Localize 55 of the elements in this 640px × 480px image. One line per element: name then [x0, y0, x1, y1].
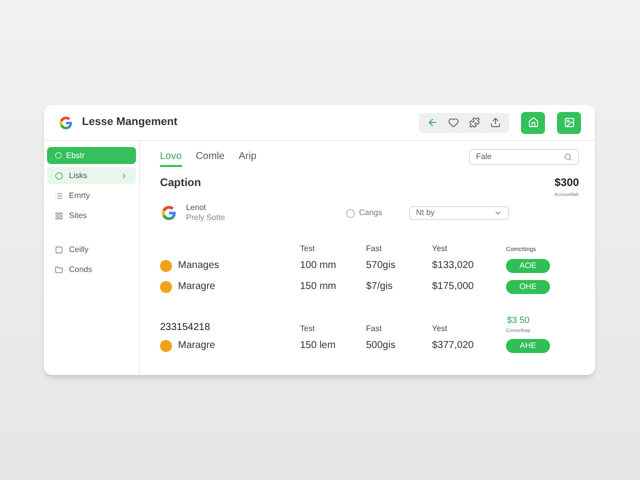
- column-header: Test: [300, 323, 316, 335]
- weight-cell-text: $7/gis: [366, 280, 394, 294]
- weight-cell-text: 500gis: [366, 339, 396, 353]
- sidebar-item[interactable]: Sites: [47, 207, 136, 224]
- column-header: Fast: [366, 243, 383, 255]
- price-cell-text: $175,000: [432, 280, 475, 294]
- column-header: Yest: [432, 323, 448, 335]
- heart-icon[interactable]: [448, 117, 459, 128]
- sidebar-item[interactable]: Emrty: [47, 187, 136, 204]
- chevron-icon: [120, 172, 128, 180]
- weight-cell-text: 570gis: [366, 259, 396, 273]
- search-icon: [564, 153, 572, 161]
- amount: $300: [554, 176, 579, 191]
- price-cell-text: $377,020: [432, 339, 475, 353]
- radio-label: Cangs: [359, 207, 384, 219]
- arrow-icon[interactable]: [427, 117, 438, 128]
- item-name: Maragre: [178, 280, 216, 294]
- grid-icon: [55, 212, 63, 220]
- radio-button[interactable]: [346, 208, 355, 218]
- column-header: Test: [300, 243, 316, 255]
- size-cell-text: 150 lem: [300, 339, 337, 353]
- tab[interactable]: Comle: [196, 147, 225, 167]
- sidebar-item[interactable]: Conds: [47, 261, 136, 278]
- search-field[interactable]: Fale: [469, 149, 579, 165]
- sidebar-item[interactable]: Ceilly: [47, 241, 136, 258]
- item-name: Manages: [178, 259, 220, 273]
- list-icon: [55, 192, 63, 200]
- image-button[interactable]: [557, 112, 581, 134]
- puzzle-icon[interactable]: [469, 117, 480, 128]
- home-button[interactable]: [521, 112, 545, 134]
- caret-icon: [494, 209, 502, 217]
- section-title: 233154218: [160, 322, 210, 333]
- section-total: $3 50: [506, 314, 530, 327]
- lead-name: Lenot: [186, 203, 208, 213]
- app-title: Lesse Mangement: [82, 115, 178, 130]
- size-cell-text: 150 mm: [300, 280, 338, 294]
- g-logo-icon: [58, 114, 74, 130]
- tab[interactable]: Arip: [238, 147, 256, 167]
- column-header: Yest: [432, 243, 448, 255]
- g-logo-icon: [160, 204, 178, 222]
- image-icon: [564, 117, 574, 128]
- square-icon: [55, 246, 63, 254]
- item-name: Maragre: [178, 339, 216, 353]
- circle-icon: [55, 172, 63, 180]
- circle-icon: [55, 152, 62, 159]
- select-field[interactable]: Nt by: [409, 206, 509, 220]
- sidebar-item[interactable]: Lisks: [47, 167, 136, 184]
- caption-title: Caption: [160, 176, 201, 191]
- lead-subtitle: Prely Sotte: [186, 213, 226, 223]
- folder-icon: [55, 266, 63, 274]
- home-icon: [528, 117, 538, 128]
- upload-icon[interactable]: [490, 117, 501, 128]
- price-cell-text: $133,020: [432, 259, 475, 273]
- column-header: Fast: [366, 323, 383, 335]
- size-cell-text: 100 mm: [300, 259, 338, 273]
